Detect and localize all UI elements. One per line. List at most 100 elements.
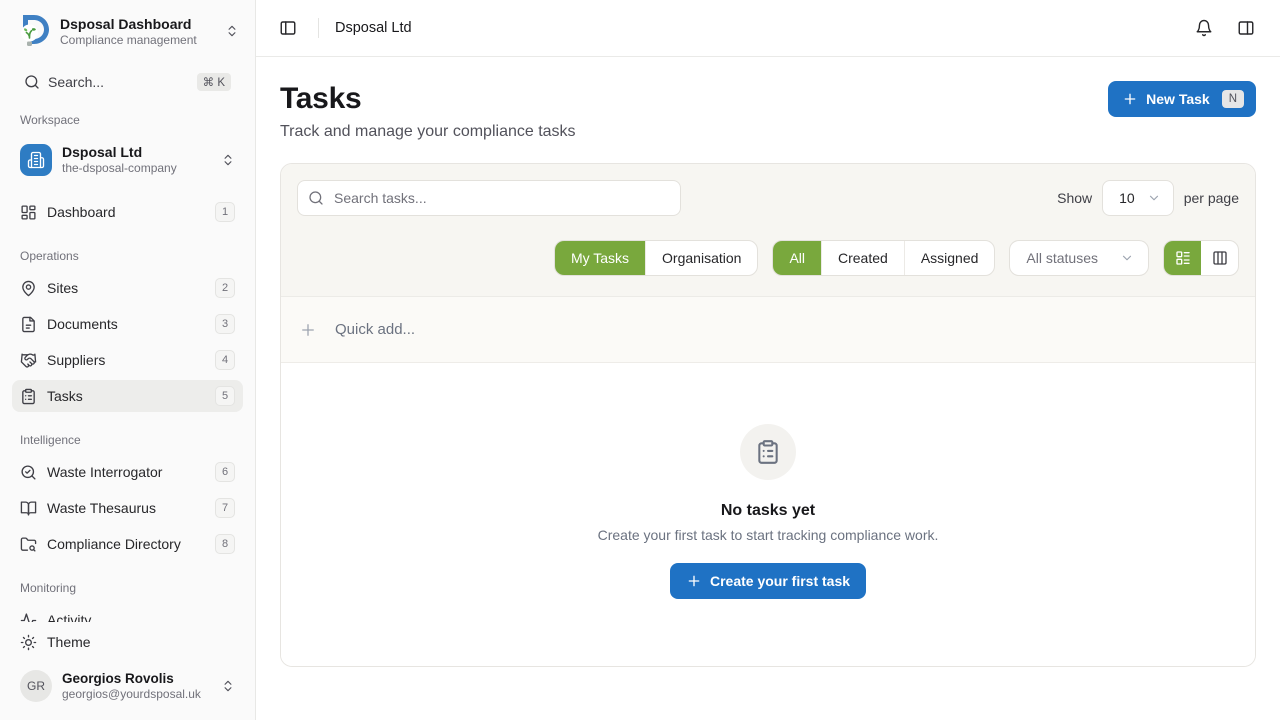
file-text-icon	[20, 316, 37, 333]
empty-state-description: Create your first task to start tracking…	[598, 527, 939, 543]
sidebar-nav: Workspace Dsposal Ltd the-dsposal-compan…	[0, 96, 255, 622]
sidebar-item-label: Compliance Directory	[47, 536, 205, 552]
notifications-button[interactable]	[1190, 14, 1218, 42]
scope-tabs: My Tasks Organisation	[554, 240, 758, 276]
chevron-down-icon	[1147, 191, 1161, 205]
sidebar-item-tasks[interactable]: Tasks 5	[12, 380, 243, 412]
theme-label: Theme	[47, 634, 91, 650]
search-check-icon	[20, 464, 37, 481]
workspace-text: Dsposal Ltd the-dsposal-company	[62, 144, 211, 176]
section-heading-operations: Operations	[12, 248, 243, 264]
dashboard-icon	[20, 204, 37, 221]
toolbar-row-search: Show 10 per page	[297, 180, 1239, 216]
tab-all[interactable]: All	[773, 241, 821, 275]
tab-organisation[interactable]: Organisation	[645, 241, 757, 275]
sidebar-item-dashboard[interactable]: Dashboard 1	[12, 196, 243, 228]
plus-icon	[1122, 91, 1138, 107]
right-panel-toggle-button[interactable]	[1232, 14, 1260, 42]
clipboard-list-icon	[20, 388, 37, 405]
sidebar-item-label: Activity	[47, 612, 235, 622]
tab-assigned[interactable]: Assigned	[904, 241, 995, 275]
shortcut-badge: 3	[215, 314, 235, 334]
task-search-input[interactable]	[297, 180, 681, 216]
user-menu[interactable]: GR Georgios Rovolis georgios@yourdsposal…	[12, 662, 243, 710]
map-pin-icon	[20, 280, 37, 297]
app-title-block: Dsposal Dashboard Compliance management	[60, 15, 215, 48]
quick-add-label: Quick add...	[335, 321, 415, 338]
book-open-icon	[20, 500, 37, 517]
ownership-tabs: All Created Assigned	[772, 240, 995, 276]
chevrons-up-down-icon	[221, 153, 235, 167]
bell-icon	[1195, 19, 1213, 37]
workspace-switcher[interactable]: Dsposal Ltd the-dsposal-company	[12, 136, 243, 184]
top-header: Dsposal Ltd	[256, 0, 1280, 57]
sidebar-item-documents[interactable]: Documents 3	[12, 308, 243, 340]
app-switcher[interactable]: Dsposal Dashboard Compliance management	[12, 14, 243, 48]
shortcut-badge: 2	[215, 278, 235, 298]
app-subtitle: Compliance management	[60, 33, 215, 48]
handshake-icon	[20, 352, 37, 369]
tasks-toolbar: Show 10 per page My Tasks Organisati	[281, 164, 1255, 297]
chevrons-up-down-icon	[221, 679, 235, 693]
empty-state: No tasks yet Create your first task to s…	[281, 363, 1255, 666]
sidebar-search[interactable]: Search... ⌘ K	[16, 68, 239, 96]
sidebar-footer: Theme GR Georgios Rovolis georgios@yourd…	[0, 622, 255, 720]
page-size-select[interactable]: 10	[1102, 180, 1174, 216]
sidebar-item-waste-thesaurus[interactable]: Waste Thesaurus 7	[12, 492, 243, 524]
workspace-name: Dsposal Ltd	[62, 144, 211, 161]
view-toggle	[1163, 240, 1239, 276]
plus-icon	[686, 573, 702, 589]
user-email: georgios@yourdsposal.uk	[62, 687, 211, 702]
building-icon	[20, 144, 52, 176]
theme-toggle[interactable]: Theme	[12, 626, 243, 658]
quick-add-row[interactable]: Quick add...	[281, 297, 1255, 363]
sidebar-item-suppliers[interactable]: Suppliers 4	[12, 344, 243, 376]
shortcut-badge: 4	[215, 350, 235, 370]
status-filter-select[interactable]: All statuses	[1009, 240, 1149, 276]
sidebar-item-waste-interrogator[interactable]: Waste Interrogator 6	[12, 456, 243, 488]
app-logo	[16, 14, 50, 48]
page-content: Tasks Track and manage your compliance t…	[256, 57, 1280, 720]
sidebar-item-label: Waste Interrogator	[47, 464, 205, 480]
sidebar-search-label: Search...	[48, 74, 189, 90]
panel-right-icon	[1237, 19, 1255, 37]
shortcut-badge: 7	[215, 498, 235, 518]
sidebar-toggle-button[interactable]	[274, 14, 302, 42]
sidebar-item-sites[interactable]: Sites 2	[12, 272, 243, 304]
section-heading-workspace: Workspace	[12, 112, 243, 128]
user-name: Georgios Rovolis	[62, 670, 211, 687]
sidebar-item-label: Dashboard	[47, 204, 205, 220]
clipboard-icon	[740, 424, 796, 480]
page-size-value: 10	[1119, 190, 1135, 206]
user-text: Georgios Rovolis georgios@yourdsposal.uk	[62, 670, 211, 702]
tab-my-tasks[interactable]: My Tasks	[555, 241, 645, 275]
sidebar-item-compliance-directory[interactable]: Compliance Directory 8	[12, 528, 243, 560]
page-size-control: Show 10 per page	[1057, 180, 1239, 216]
per-page-label: per page	[1184, 190, 1239, 206]
section-heading-monitoring: Monitoring	[12, 580, 243, 596]
list-view-button[interactable]	[1164, 241, 1201, 275]
create-first-task-label: Create your first task	[710, 573, 850, 589]
chevrons-up-down-icon	[225, 24, 239, 38]
search-shortcut-badge: ⌘ K	[197, 73, 231, 91]
show-label: Show	[1057, 190, 1092, 206]
new-task-button[interactable]: New Task N	[1108, 81, 1256, 117]
avatar: GR	[20, 670, 52, 702]
sidebar-header: Dsposal Dashboard Compliance management …	[0, 0, 255, 96]
sidebar-item-label: Waste Thesaurus	[47, 500, 205, 516]
shortcut-badge: 1	[215, 202, 235, 222]
sidebar: Dsposal Dashboard Compliance management …	[0, 0, 256, 720]
sidebar-item-activity[interactable]: Activity	[12, 604, 243, 622]
section-heading-intelligence: Intelligence	[12, 432, 243, 448]
tasks-card: Show 10 per page My Tasks Organisati	[280, 163, 1256, 667]
page-header: Tasks Track and manage your compliance t…	[280, 81, 1256, 141]
task-search-wrap	[297, 180, 681, 216]
app-title: Dsposal Dashboard	[60, 15, 215, 33]
tab-created[interactable]: Created	[821, 241, 904, 275]
workspace-slug: the-dsposal-company	[62, 161, 211, 176]
plus-icon	[299, 321, 317, 339]
main-area: Dsposal Ltd Tasks Track and manage your …	[256, 0, 1280, 720]
create-first-task-button[interactable]: Create your first task	[670, 563, 866, 599]
board-view-button[interactable]	[1201, 241, 1238, 275]
new-task-label: New Task	[1146, 91, 1210, 107]
